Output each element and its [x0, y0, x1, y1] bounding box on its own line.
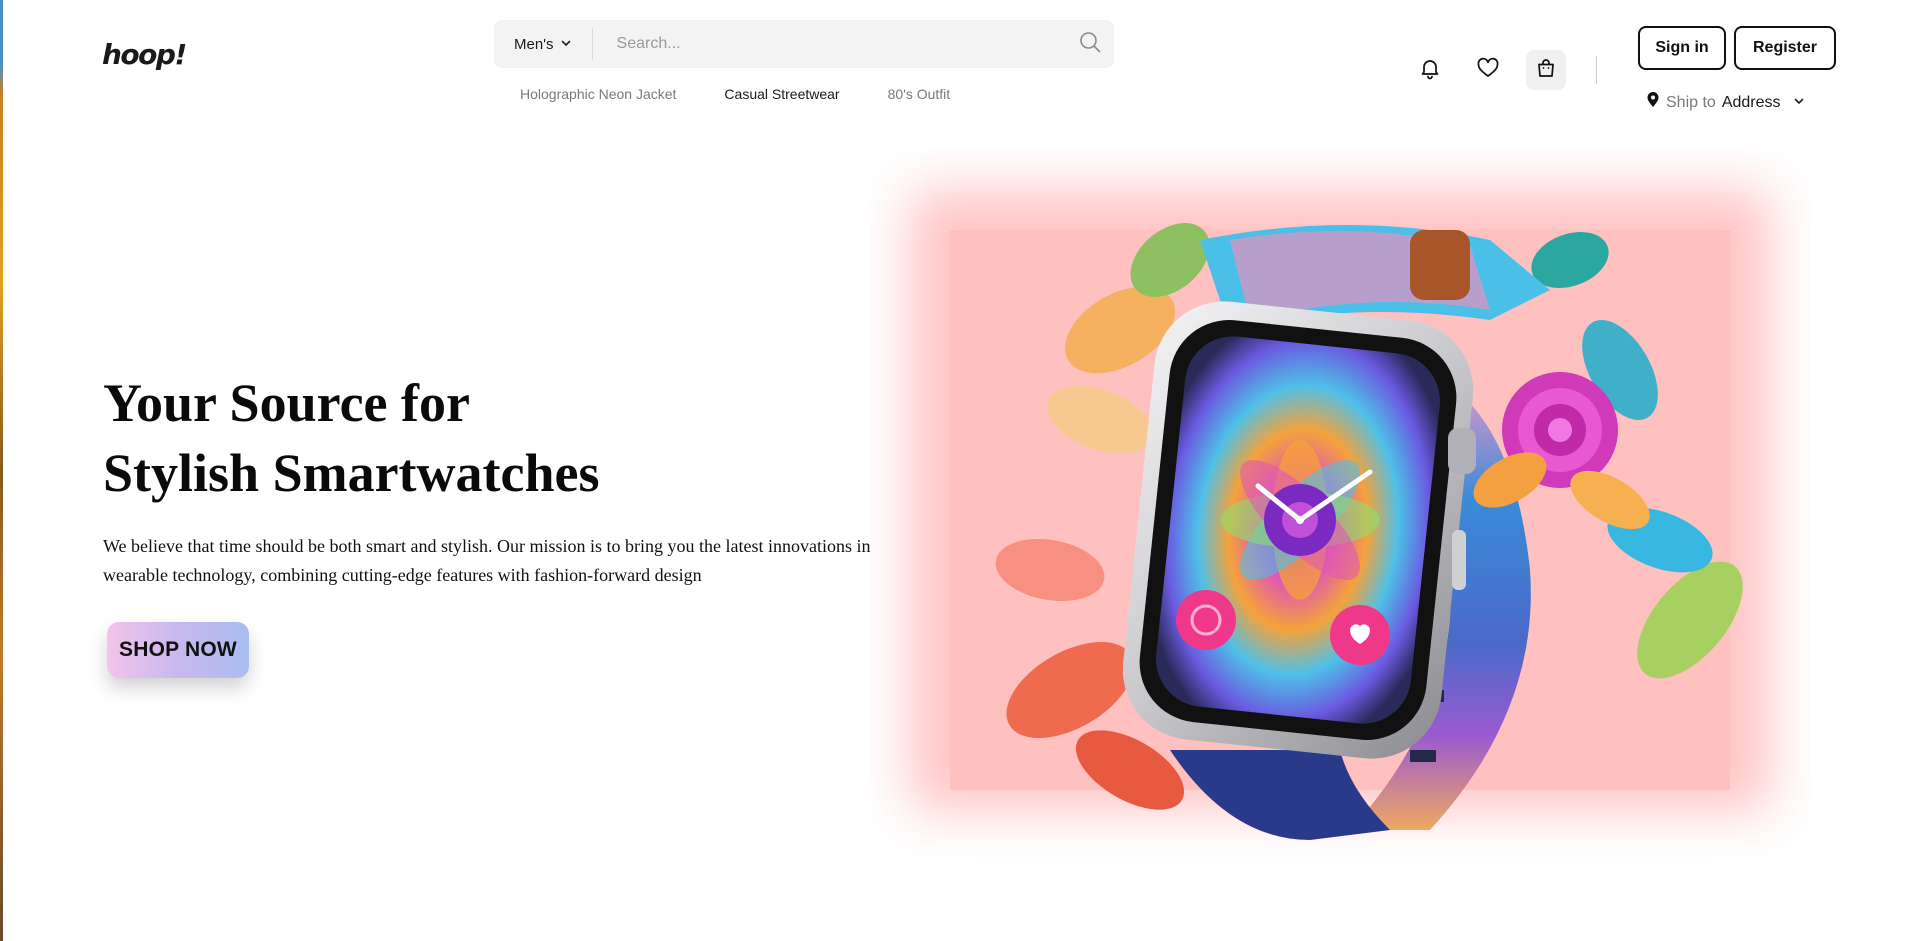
- search-button[interactable]: [1066, 20, 1114, 68]
- cart-button[interactable]: [1526, 50, 1566, 90]
- page: hoop! Men's Holographic Neon Jacket Casu…: [0, 0, 1908, 941]
- location-pin-icon: [1646, 92, 1660, 113]
- ship-to-label: Ship to: [1666, 93, 1716, 111]
- search-bar: Men's: [494, 20, 1114, 68]
- chevron-down-icon: [560, 36, 572, 53]
- search-icon: [1078, 30, 1102, 59]
- category-dropdown-label: Men's: [514, 35, 554, 53]
- notifications-button[interactable]: [1410, 50, 1450, 90]
- hero-title: Your Source for Stylish Smartwatches: [103, 368, 600, 508]
- category-dropdown[interactable]: Men's: [494, 28, 593, 60]
- bag-icon: [1534, 56, 1558, 85]
- register-button[interactable]: Register: [1734, 26, 1836, 70]
- hero-product-image: [870, 150, 1810, 870]
- shop-now-button[interactable]: SHOP NOW: [107, 622, 249, 678]
- ship-to-address: Address: [1721, 93, 1781, 111]
- ship-to-selector[interactable]: Ship to Address: [1646, 92, 1805, 113]
- bell-icon: [1418, 56, 1442, 85]
- hero-title-line: Your Source for: [103, 373, 470, 433]
- suggestion-link[interactable]: 80's Outfit: [888, 86, 951, 102]
- search-input[interactable]: [592, 20, 1066, 68]
- sign-in-button[interactable]: Sign in: [1638, 26, 1726, 70]
- suggestion-link[interactable]: Holographic Neon Jacket: [520, 86, 676, 102]
- brand-logo[interactable]: hoop!: [102, 38, 187, 71]
- heart-icon: [1476, 56, 1500, 85]
- desktop-background-edge: [0, 0, 3, 941]
- hero-description: We believe that time should be both smar…: [103, 536, 871, 585]
- hero-title-line: Stylish Smartwatches: [103, 443, 600, 503]
- suggestion-link[interactable]: Casual Streetwear: [724, 86, 839, 102]
- chevron-down-icon: [1787, 94, 1805, 112]
- header-divider: [1596, 56, 1597, 84]
- wishlist-button[interactable]: [1468, 50, 1508, 90]
- search-suggestions: Holographic Neon Jacket Casual Streetwea…: [520, 86, 950, 102]
